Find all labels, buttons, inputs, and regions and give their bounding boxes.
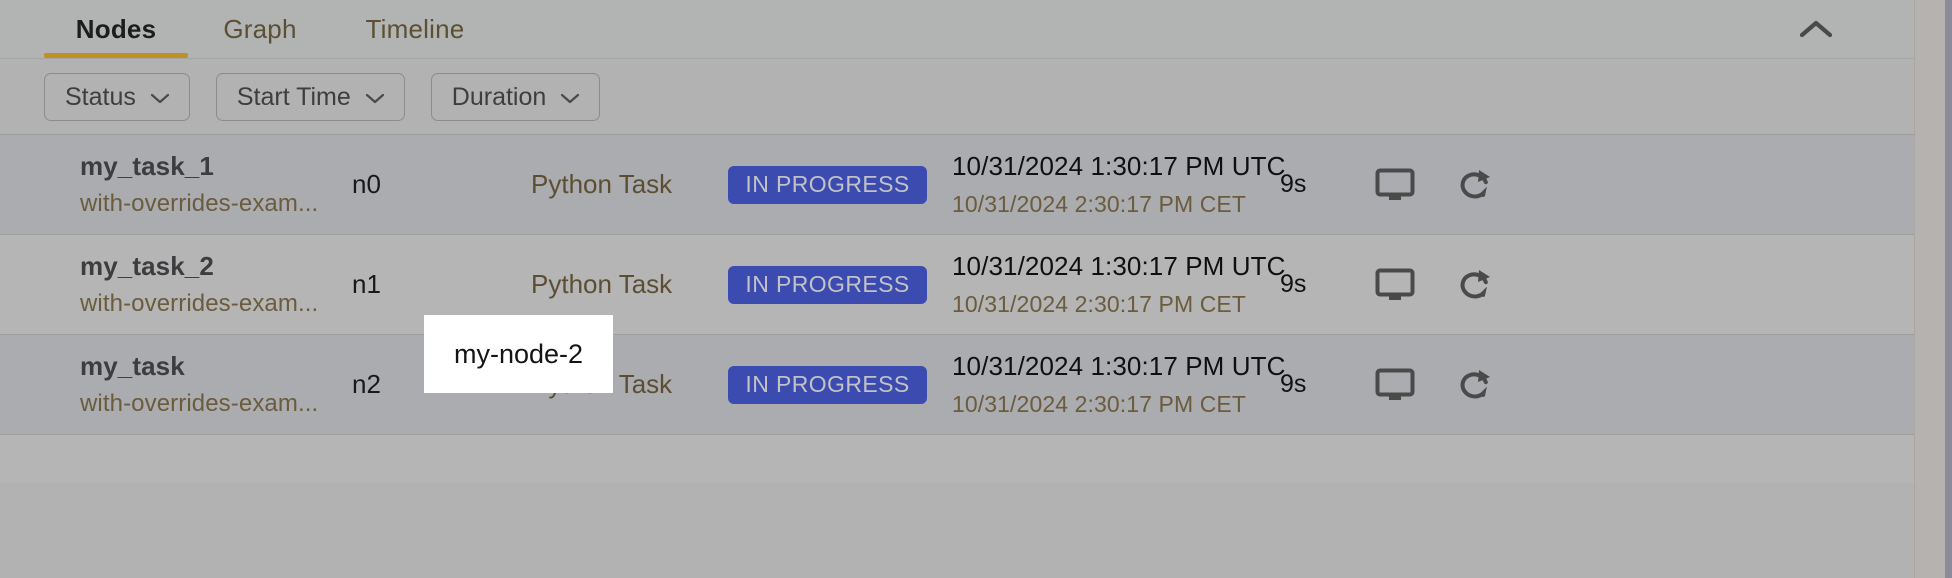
- row-node-id[interactable]: n0: [352, 135, 381, 234]
- monitor-icon-glyph: [1375, 168, 1415, 200]
- table-row-partial: [0, 435, 1914, 483]
- filter-duration[interactable]: Duration: [430, 73, 601, 121]
- row-time-utc: 10/31/2024 1:30:17 PM UTC: [952, 250, 1286, 281]
- row-task-subtitle: with-overrides-exam...: [80, 290, 319, 318]
- tab-bar: Nodes Graph Timeline: [0, 0, 1914, 59]
- tab-graph-label: Graph: [223, 13, 297, 44]
- row-duration: 9s: [1280, 170, 1307, 198]
- row-task-name: my_task_2: [80, 250, 214, 281]
- rerun-icon[interactable]: [1457, 368, 1493, 402]
- row-time-cell: 10/31/2024 1:30:17 PM UTC 10/31/2024 2:3…: [952, 235, 1285, 334]
- tab-graph[interactable]: Graph: [188, 0, 332, 58]
- table-row[interactable]: my_task_2 with-overrides-exam... n1 Pyth…: [0, 235, 1914, 335]
- row-time-local: 10/31/2024 2:30:17 PM CET: [952, 391, 1247, 418]
- table-row[interactable]: my_task with-overrides-exam... n2 Python…: [0, 335, 1914, 435]
- row-actions: [1375, 335, 1505, 434]
- row-time-utc: 10/31/2024 1:30:17 PM UTC: [952, 150, 1286, 181]
- row-actions: [1375, 135, 1505, 234]
- rerun-icon-glyph: [1460, 169, 1490, 198]
- row-time-cell: 10/31/2024 1:30:17 PM UTC 10/31/2024 2:3…: [952, 335, 1285, 434]
- tab-list: Nodes Graph Timeline: [44, 0, 498, 58]
- tab-timeline[interactable]: Timeline: [332, 0, 498, 58]
- filter-status-label: Status: [65, 82, 136, 111]
- status-badge: IN PROGRESS: [728, 265, 927, 304]
- chevron-down-icon: [365, 93, 384, 104]
- tab-nodes[interactable]: Nodes: [44, 0, 188, 58]
- row-status-cell: IN PROGRESS: [728, 335, 927, 434]
- tab-nodes-label: Nodes: [75, 13, 157, 44]
- row-duration: 9s: [1280, 370, 1307, 398]
- row-duration: 9s: [1280, 270, 1307, 298]
- row-task-type: Python Task: [531, 169, 673, 199]
- row-time-utc: 10/31/2024 1:30:17 PM UTC: [952, 350, 1286, 381]
- tab-active-underline: [44, 53, 188, 58]
- status-badge: IN PROGRESS: [728, 365, 927, 404]
- row-status-cell: IN PROGRESS: [728, 235, 927, 334]
- row-task-name: my_task_1: [80, 150, 214, 181]
- row-task-subtitle: with-overrides-exam...: [80, 390, 319, 418]
- row-time-cell: 10/31/2024 1:30:17 PM UTC 10/31/2024 2:3…: [952, 135, 1285, 234]
- row-task-name: my_task: [80, 350, 185, 381]
- filter-bar: Status Start Time Duration: [0, 59, 1914, 135]
- monitor-icon-glyph: [1375, 268, 1415, 300]
- tab-timeline-label: Timeline: [365, 13, 465, 44]
- table-row[interactable]: my_task_1 with-overrides-exam... n0 Pyth…: [0, 135, 1914, 235]
- filter-chip-list: Status Start Time Duration: [44, 73, 601, 121]
- row-name-cell: my_task_2 with-overrides-exam...: [80, 235, 318, 334]
- rerun-icon[interactable]: [1457, 168, 1493, 202]
- rerun-icon-glyph: [1460, 269, 1490, 298]
- collapse-panel-button[interactable]: [1786, 0, 1846, 58]
- node-list-panel: Nodes Graph Timeline Status Start Time D…: [0, 0, 1952, 578]
- row-node-id[interactable]: n2: [352, 335, 381, 434]
- row-actions: [1375, 235, 1505, 334]
- filter-duration-label: Duration: [451, 82, 547, 111]
- page-scrollbar[interactable]: [1945, 0, 1952, 578]
- node-table: my_task_1 with-overrides-exam... n0 Pyth…: [0, 135, 1914, 483]
- content-panel: Nodes Graph Timeline Status Start Time D…: [0, 0, 1914, 578]
- row-name-cell: my_task_1 with-overrides-exam...: [80, 135, 318, 234]
- chevron-down-icon: [150, 93, 169, 104]
- chevron-down-icon: [561, 93, 580, 104]
- node-name-tooltip[interactable]: my-node-2: [424, 315, 613, 393]
- filter-start-time-label: Start Time: [236, 82, 351, 111]
- row-name-cell: my_task with-overrides-exam...: [80, 335, 318, 434]
- row-status-cell: IN PROGRESS: [728, 135, 927, 234]
- monitor-icon-glyph: [1375, 368, 1415, 400]
- filter-start-time[interactable]: Start Time: [215, 73, 405, 121]
- rerun-icon-glyph: [1460, 369, 1490, 398]
- row-node-id[interactable]: n1: [352, 235, 381, 334]
- row-time-local: 10/31/2024 2:30:17 PM CET: [952, 191, 1247, 218]
- monitor-icon[interactable]: [1375, 368, 1415, 402]
- monitor-icon[interactable]: [1375, 268, 1415, 302]
- row-task-subtitle: with-overrides-exam...: [80, 190, 319, 218]
- monitor-icon[interactable]: [1375, 168, 1415, 202]
- filter-status[interactable]: Status: [44, 73, 190, 121]
- status-badge: IN PROGRESS: [728, 165, 927, 204]
- rerun-icon[interactable]: [1457, 268, 1493, 302]
- row-time-local: 10/31/2024 2:30:17 PM CET: [952, 291, 1247, 318]
- chevron-up-icon: [1799, 20, 1833, 38]
